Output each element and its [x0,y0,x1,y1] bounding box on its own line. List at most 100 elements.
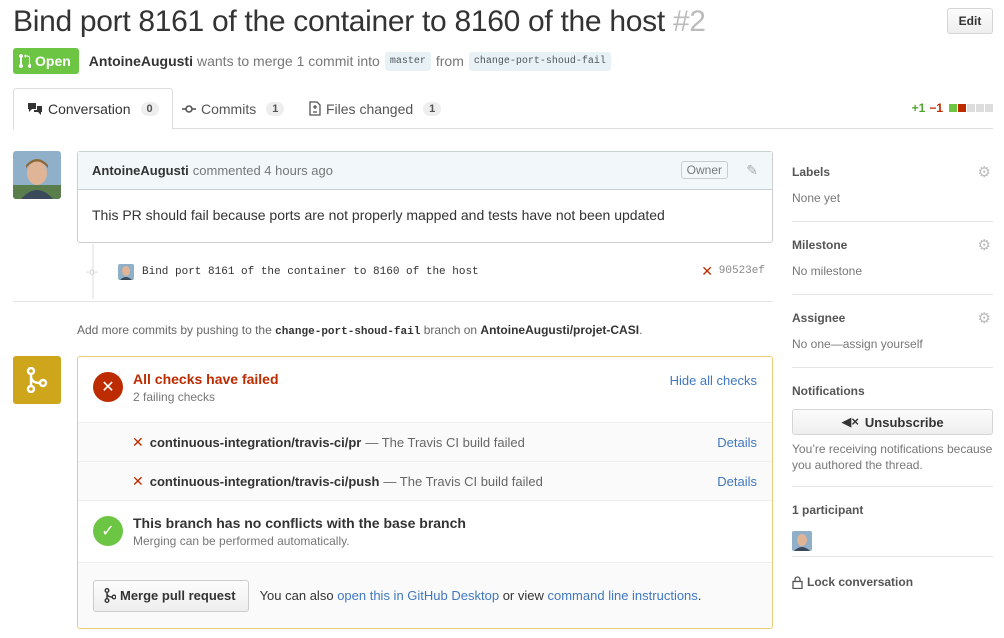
merge-text: wants to merge 1 commit into [197,53,380,69]
base-branch[interactable]: master [384,51,431,71]
x-icon: ✕ [93,372,123,402]
lock-conversation-button[interactable]: Lock conversation [792,575,993,589]
check-icon: ✓ [93,516,123,546]
merge-footer: Merge pull request You can also open thi… [78,562,772,628]
commit-sha[interactable]: 90523ef [719,265,765,277]
push-hint-prefix: Add more commits by pushing to the [77,323,272,337]
commit-message[interactable]: Bind port 8161 of the container to 8160 … [142,266,479,278]
pr-number: #2 [672,5,706,38]
conflicts-section: ✓ This branch has no conflicts with the … [78,500,772,563]
tab-counter: 0 [140,102,159,116]
state-badge: Open [13,48,79,74]
gear-icon[interactable]: ⚙ [978,309,991,327]
x-icon: ✕ [132,433,144,450]
check-desc: — The Travis CI build failed [383,473,543,489]
push-hint: Add more commits by pushing to the chang… [77,323,642,338]
commit-author-avatar[interactable] [118,264,134,280]
check-name: continuous-integration/travis-ci/push [149,473,380,489]
sidebar-participants: 1 participant [792,487,993,557]
merge-button-label: Merge pull request [120,588,236,603]
sidebar-labels: Labels None yet ⚙ [792,151,993,222]
timeline-divider [13,301,773,302]
push-hint-repo[interactable]: AntoineAugusti/projet-CASI [480,323,639,337]
push-hint-branch: change-port-shoud-fail [275,326,421,338]
tab-label: Conversation [48,101,131,117]
edit-button[interactable]: Edit [947,8,993,34]
participant-avatar[interactable] [792,531,812,551]
pr-title: Bind port 8161 of the container to 8160 … [13,5,706,39]
milestone-value: No milestone [792,264,863,278]
author-link[interactable]: AntoineAugusti [89,53,193,69]
unsubscribe-button[interactable]: ◀× Unsubscribe [792,409,993,435]
comment-author[interactable]: AntoineAugusti [92,163,189,178]
labels-value: None yet [792,191,841,205]
assignee-heading: Assignee [792,311,846,325]
diffstat-block-neutral [985,104,993,112]
git-merge-icon [104,588,116,603]
check-item: ✕ continuous-integration/travis-ci/push … [78,461,772,500]
commit-icon: -o- [85,266,99,278]
commit-icon [182,104,196,113]
tab-commits[interactable]: Commits 1 [169,88,297,129]
check-desc: — The Travis CI build failed [365,434,525,450]
x-icon: ✕ [132,472,144,489]
pr-meta: Open AntoineAugusti wants to merge 1 com… [13,48,616,74]
merge-text-2: or view [502,588,544,603]
sidebar-assignee: Assignee No one—assign yourself ⚙ [792,295,993,368]
comment-timestamp: commented 4 hours ago [192,163,333,178]
diffstat-deletions: −1 [929,101,943,115]
conflicts-title: This branch has no conflicts with the ba… [133,515,466,531]
mute-icon: ◀× [841,414,859,429]
push-hint-suffix: . [639,323,643,337]
comment-icon [28,103,42,115]
push-hint-middle: branch on [423,323,478,337]
x-icon[interactable]: ✕ [701,263,713,280]
git-merge-icon [13,356,61,404]
assignee-value[interactable]: No one—assign yourself [792,337,993,351]
checks-summary: ✕ All checks have failed 2 failing check… [78,357,772,422]
notifications-heading: Notifications [792,384,865,398]
owner-badge: Owner [680,161,728,179]
sidebar: Labels None yet ⚙ Milestone No milestone… [792,151,993,589]
file-diff-icon [309,101,321,116]
check-details-link[interactable]: Details [717,435,757,450]
commit-row: -o- Bind port 8161 of the container to 8… [84,263,773,281]
diffstat-block-deleted [958,104,966,112]
sidebar-lock: Lock conversation [792,557,993,589]
pr-title-text: Bind port 8161 of the container to 8160 … [13,5,665,38]
merge-box: ✕ All checks have failed 2 failing check… [77,356,773,629]
check-details-link[interactable]: Details [717,474,757,489]
diffstat: +1 −1 [912,101,993,115]
avatar[interactable] [13,151,61,199]
check-item: ✕ continuous-integration/travis-ci/pr — … [78,422,772,461]
comment-box: AntoineAugusti commented 4 hours ago Own… [77,151,773,243]
hide-checks-link[interactable]: Hide all checks [670,373,757,388]
comment-header: AntoineAugusti commented 4 hours ago Own… [78,152,772,190]
merge-text-3: . [697,588,702,603]
gear-icon[interactable]: ⚙ [978,163,991,181]
lock-label: Lock conversation [807,575,914,589]
tab-label: Commits [201,100,257,117]
diffstat-block-neutral [967,104,975,112]
check-name: continuous-integration/travis-ci/pr [149,434,362,450]
from-text: from [435,53,464,69]
notifications-text: You’re receiving notifications because y… [792,442,993,472]
open-desktop-link[interactable]: open this in GitHub Desktop [337,588,499,603]
checks-subtitle: 2 failing checks [133,390,216,404]
command-line-link[interactable]: command line instructions [548,588,698,603]
pencil-icon[interactable]: ✎ [746,162,758,179]
diffstat-blocks [949,104,993,112]
tab-conversation[interactable]: Conversation 0 [13,88,173,130]
merge-pull-request-button[interactable]: Merge pull request [93,579,249,612]
tab-files-changed[interactable]: Files changed 1 [296,88,454,129]
sidebar-notifications: Notifications ◀× Unsubscribe You’re rece… [792,368,993,487]
unsubscribe-label: Unsubscribe [864,414,944,430]
head-branch[interactable]: change-port-shoud-fail [468,51,611,71]
gear-icon[interactable]: ⚙ [978,236,991,254]
pr-tabs: Conversation 0 Commits 1 Files changed 1… [13,88,993,130]
participants-heading: 1 participant [792,503,864,517]
tab-label: Files changed [326,100,414,117]
tab-counter: 1 [266,101,285,116]
diffstat-additions: +1 [911,101,926,115]
merge-text-1: You can also [259,588,334,603]
